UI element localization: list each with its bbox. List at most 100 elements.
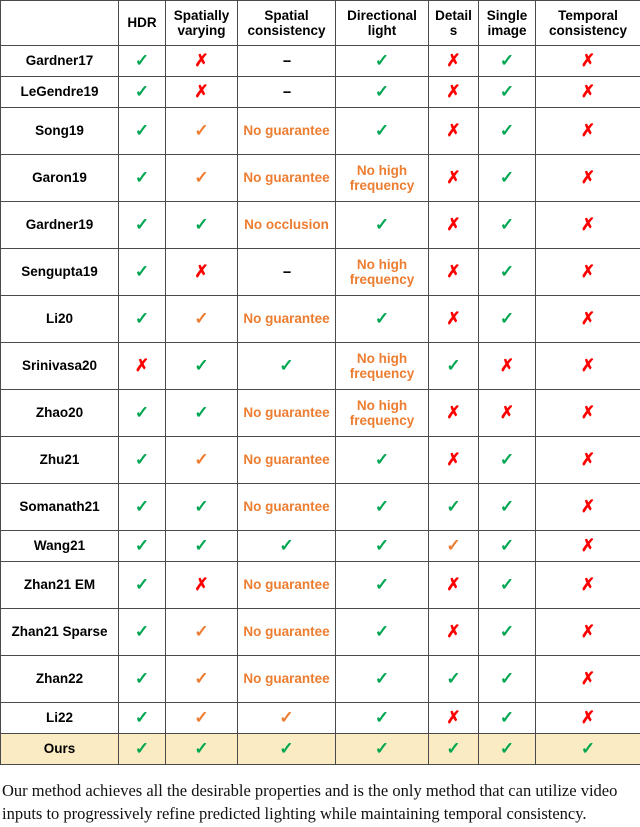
column-header-temporal_consistency: Temporal consistency: [535, 0, 640, 46]
table-row: Zhan21 EM ✓ ✗ No guarantee ✓ ✗ ✓ ✗: [0, 561, 640, 609]
cell-directional_light-supported: ✓: [335, 201, 429, 249]
cell-single_image-supported: ✓: [478, 608, 536, 656]
cell-details-supported: ✓: [428, 733, 479, 765]
cell-hdr-supported: ✓: [118, 608, 166, 656]
cell-directional_light-supported: ✓: [335, 76, 429, 108]
check-icon: ✓: [134, 739, 150, 759]
cross-icon: ✗: [580, 669, 596, 689]
cell-single_image-supported: ✓: [478, 76, 536, 108]
check-icon: ✓: [374, 450, 390, 470]
cross-icon: ✗: [580, 403, 596, 423]
cross-icon: ✗: [446, 215, 461, 235]
check-icon: ✓: [374, 51, 390, 71]
check-icon: ✓: [374, 536, 390, 556]
table-row: Zhan22 ✓ ✓ No guarantee ✓ ✓ ✓ ✗: [0, 655, 640, 703]
check-icon: ✓: [134, 309, 150, 329]
cross-icon: ✗: [580, 262, 596, 282]
check-icon: ✓: [580, 739, 596, 759]
cell-note-text: No guarantee: [243, 577, 330, 593]
cell-spatial_consistency-note: No guarantee: [237, 154, 336, 202]
cell-details-unsupported: ✗: [428, 154, 479, 202]
method-name-cell: Zhan21 EM: [0, 561, 119, 609]
cell-note-text: No guarantee: [243, 624, 330, 640]
cell-temporal_consistency-unsupported: ✗: [535, 154, 640, 202]
cell-spatial_consistency-supported: ✓: [237, 733, 336, 765]
cell-spatial_consistency-not-applicable: --: [237, 248, 336, 296]
cross-icon: ✗: [580, 708, 596, 728]
check-icon: ✓: [374, 739, 390, 759]
cell-details-unsupported: ✗: [428, 248, 479, 296]
column-header-single_image: Single image: [478, 0, 536, 46]
check-partial-icon: ✓: [194, 168, 209, 188]
cell-details-unsupported: ✗: [428, 561, 479, 609]
check-icon: ✓: [134, 708, 150, 728]
cell-spatially_varying-supported: ✓: [165, 483, 238, 531]
cell-temporal_consistency-unsupported: ✗: [535, 389, 640, 437]
check-icon: ✓: [499, 450, 515, 470]
cell-details-unsupported: ✗: [428, 389, 479, 437]
cross-icon: ✗: [580, 121, 596, 141]
column-header-hdr: HDR: [118, 0, 166, 46]
method-name-cell: Somanath21: [0, 483, 119, 531]
cell-temporal_consistency-unsupported: ✗: [535, 608, 640, 656]
cross-icon: ✗: [194, 262, 209, 282]
cell-note-text: No high frequency: [349, 256, 415, 287]
cell-details-unsupported: ✗: [428, 201, 479, 249]
cell-hdr-supported: ✓: [118, 530, 166, 562]
check-icon: ✓: [194, 497, 209, 517]
cell-spatial_consistency-note: No guarantee: [237, 107, 336, 155]
check-icon: ✓: [134, 82, 150, 102]
check-partial-icon: ✓: [194, 622, 209, 642]
cell-directional_light-supported: ✓: [335, 561, 429, 609]
cell-details-unsupported: ✗: [428, 76, 479, 108]
check-icon: ✓: [446, 497, 461, 517]
table-row: Ours ✓ ✓ ✓ ✓ ✓ ✓ ✓: [0, 733, 640, 765]
check-icon: ✓: [194, 215, 209, 235]
cell-note-text: No guarantee: [243, 311, 330, 327]
method-name-cell: Gardner19: [0, 201, 119, 249]
cell-spatial_consistency-note: No occlusion: [237, 201, 336, 249]
table-row: Gardner19 ✓ ✓ No occlusion ✓ ✗ ✓ ✗: [0, 201, 640, 249]
cross-icon: ✗: [446, 168, 461, 188]
check-icon: ✓: [499, 497, 515, 517]
table-row: Somanath21 ✓ ✓ No guarantee ✓ ✓ ✓ ✗: [0, 483, 640, 531]
cell-temporal_consistency-unsupported: ✗: [535, 530, 640, 562]
check-icon: ✓: [374, 669, 390, 689]
cell-details-unsupported: ✗: [428, 608, 479, 656]
cell-note-text: No guarantee: [243, 405, 330, 421]
column-header-details: Detail s: [428, 0, 479, 46]
check-icon: ✓: [499, 215, 515, 235]
cross-icon: ✗: [446, 309, 461, 329]
check-partial-icon: ✓: [279, 708, 294, 728]
table-row: Sengupta19 ✓ ✗ -- No high frequency ✗ ✓ ✗: [0, 248, 640, 296]
cross-icon: ✗: [446, 121, 461, 141]
table-row: Srinivasa20 ✗ ✓ ✓ No high frequency ✓ ✗ ✗: [0, 342, 640, 390]
check-icon: ✓: [134, 575, 150, 595]
cross-icon: ✗: [446, 708, 461, 728]
cell-single_image-supported: ✓: [478, 248, 536, 296]
cell-directional_light-supported: ✓: [335, 107, 429, 155]
cell-hdr-supported: ✓: [118, 436, 166, 484]
cell-spatially_varying-partial: ✓: [165, 436, 238, 484]
cell-spatially_varying-supported: ✓: [165, 201, 238, 249]
cell-directional_light-supported: ✓: [335, 483, 429, 531]
method-name-cell: Li20: [0, 295, 119, 343]
check-icon: ✓: [446, 669, 461, 689]
check-partial-icon: ✓: [194, 450, 209, 470]
method-name-cell: Zhan22: [0, 655, 119, 703]
dash-icon: --: [282, 52, 291, 69]
cell-single_image-supported: ✓: [478, 45, 536, 77]
cell-details-supported: ✓: [428, 655, 479, 703]
check-icon: ✓: [374, 497, 390, 517]
check-icon: ✓: [194, 356, 209, 376]
check-partial-icon: ✓: [194, 708, 209, 728]
cell-temporal_consistency-supported: ✓: [535, 733, 640, 765]
cell-hdr-unsupported: ✗: [118, 342, 166, 390]
table-row: Li20 ✓ ✓ No guarantee ✓ ✗ ✓ ✗: [0, 295, 640, 343]
cell-spatial_consistency-supported: ✓: [237, 342, 336, 390]
cell-single_image-supported: ✓: [478, 530, 536, 562]
check-icon: ✓: [194, 739, 209, 759]
method-name-cell: Ours: [0, 733, 119, 765]
cell-temporal_consistency-unsupported: ✗: [535, 561, 640, 609]
cross-icon: ✗: [446, 403, 461, 423]
